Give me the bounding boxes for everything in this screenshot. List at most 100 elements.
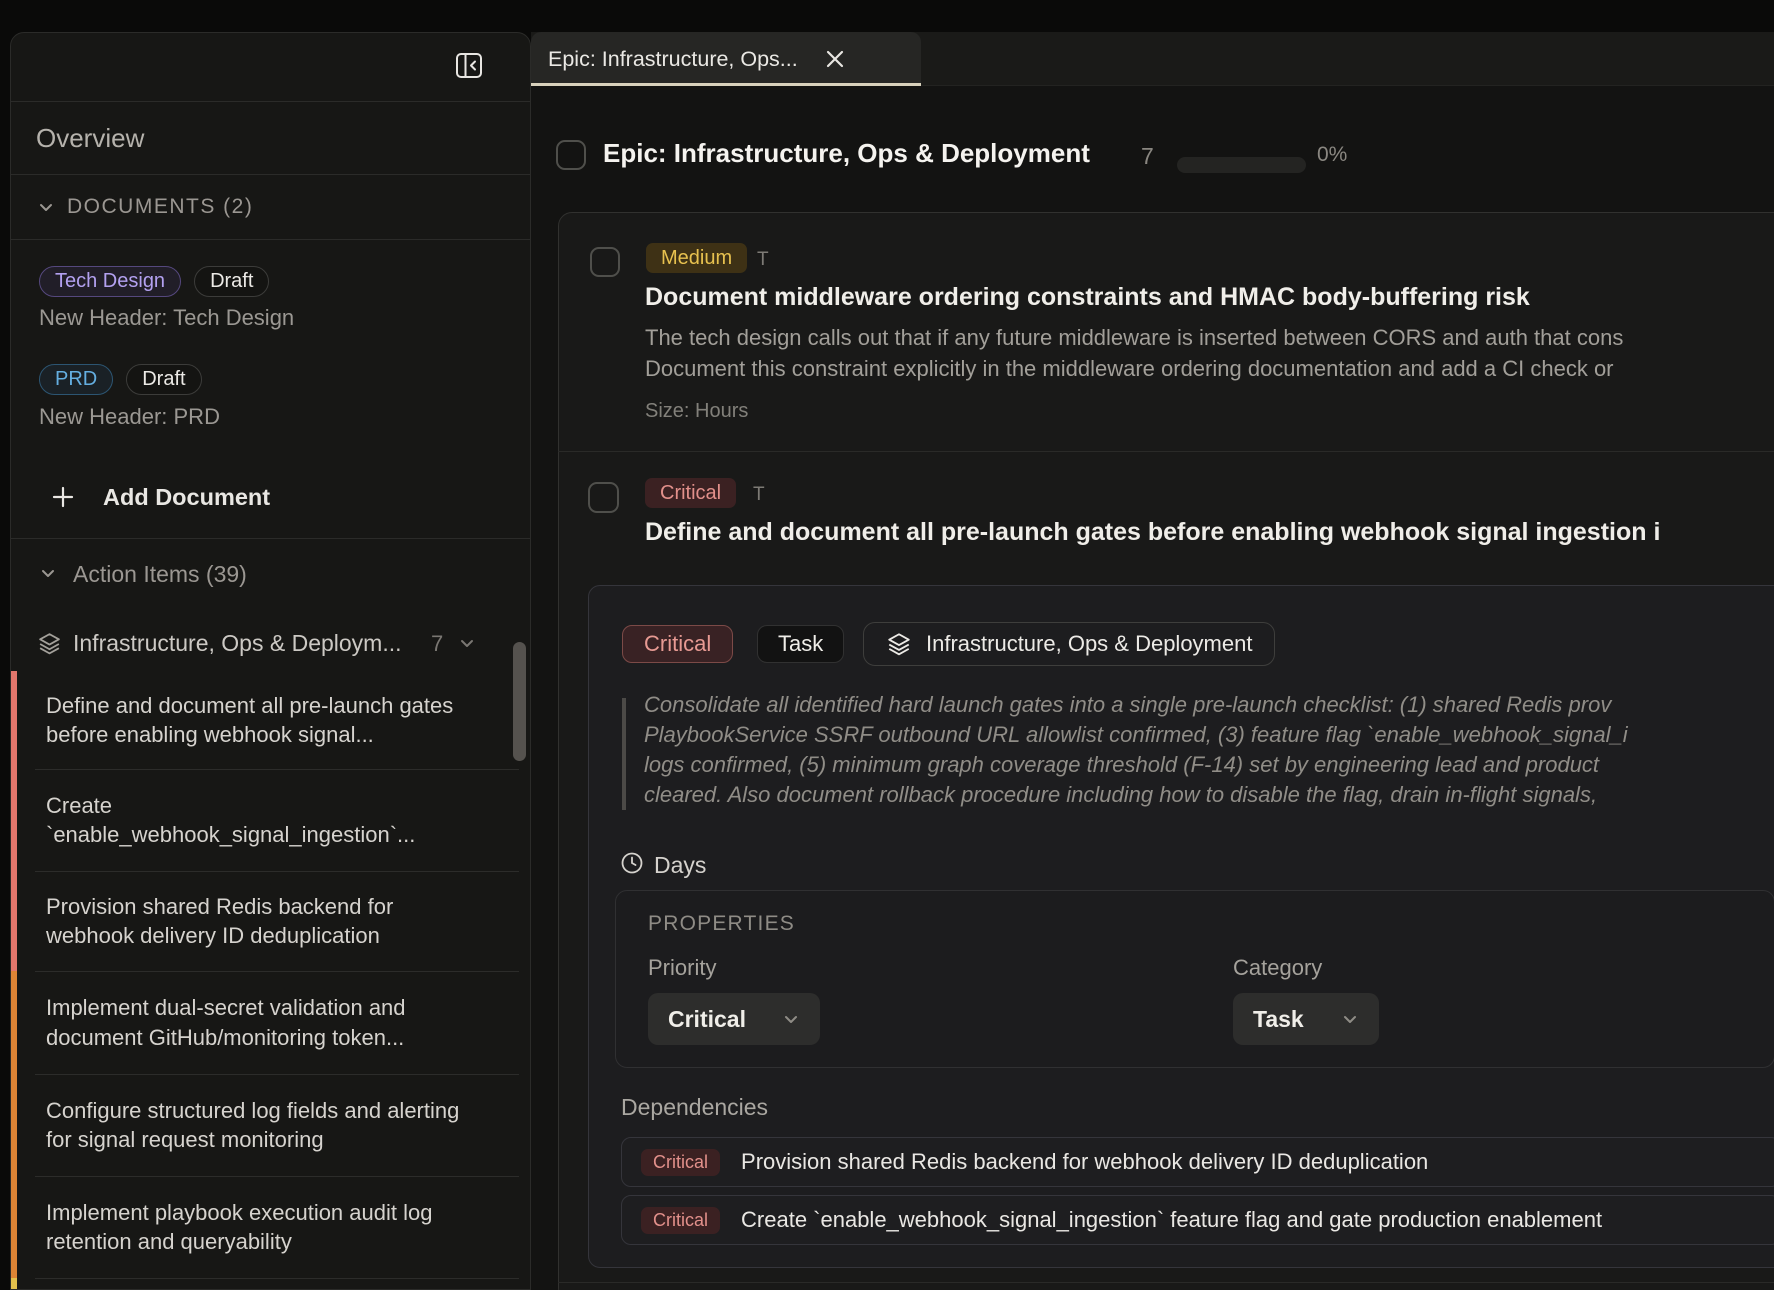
divider bbox=[11, 174, 531, 175]
task1-description-line1: The tech design calls out that if any fu… bbox=[645, 325, 1774, 351]
epic-task-count: 7 bbox=[1141, 143, 1154, 170]
divider bbox=[11, 101, 531, 102]
documents-section-header[interactable]: DOCUMENTS (2) bbox=[67, 195, 253, 219]
chevron-down-icon bbox=[1341, 1010, 1359, 1028]
properties-header: PROPERTIES bbox=[648, 912, 795, 936]
action-item-text: Create `enable_webhook_signal_ingestion`… bbox=[46, 791, 478, 850]
dependency-text: Create `enable_webhook_signal_ingestion`… bbox=[741, 1207, 1602, 1233]
close-icon bbox=[825, 49, 845, 69]
action-item-text: Configure structured log fields and aler… bbox=[46, 1096, 478, 1155]
chevron-down-icon bbox=[38, 201, 54, 213]
action-items-group-row[interactable]: Infrastructure, Ops & Deploym... 7 bbox=[11, 619, 531, 671]
tab-title: Epic: Infrastructure, Ops... bbox=[548, 47, 798, 72]
detail-epic-chip-label: Infrastructure, Ops & Deployment bbox=[926, 631, 1252, 657]
document-type-badge: Tech Design bbox=[39, 266, 181, 297]
action-item[interactable]: Create `enable_webhook_signal_ingestion`… bbox=[11, 769, 531, 871]
action-items-section-header[interactable]: Action Items (39) bbox=[73, 561, 247, 588]
quote-bar bbox=[622, 698, 626, 810]
action-item[interactable]: Implement playbook execution audit log r… bbox=[11, 1176, 531, 1278]
detail-quote-line1: Consolidate all identified hard launch g… bbox=[644, 692, 1774, 718]
priority-field-label: Priority bbox=[648, 955, 716, 981]
category-field-label: Category bbox=[1233, 955, 1322, 981]
task1-type-letter: T bbox=[757, 249, 769, 271]
detail-quote-line2: PlaybookService SSRF outbound URL allowl… bbox=[644, 722, 1774, 748]
sidebar-panel: Overview DOCUMENTS (2) Tech Design Draft… bbox=[10, 32, 531, 1290]
task2-type-letter: T bbox=[753, 484, 765, 506]
document-status-badge: Draft bbox=[126, 364, 201, 395]
divider bbox=[11, 239, 531, 240]
action-item-text: Provision shared Redis backend for webho… bbox=[46, 892, 478, 951]
priority-color-bar bbox=[11, 1176, 17, 1278]
add-document-label: Add Document bbox=[103, 484, 270, 511]
task2-title[interactable]: Define and document all pre-launch gates… bbox=[645, 518, 1774, 547]
priority-color-bar bbox=[11, 671, 17, 769]
epic-progress-bar bbox=[1177, 157, 1306, 173]
chevron-down-icon bbox=[40, 567, 56, 579]
epic-checkbox[interactable] bbox=[556, 140, 586, 170]
document-title[interactable]: New Header: Tech Design bbox=[39, 305, 294, 331]
layers-icon bbox=[37, 631, 62, 656]
detail-type-badge: Task bbox=[757, 625, 844, 663]
plus-icon bbox=[51, 485, 75, 509]
action-item[interactable]: Configure structured log fields and aler… bbox=[11, 1074, 531, 1176]
epic-title: Epic: Infrastructure, Ops & Deployment bbox=[603, 138, 1143, 169]
task2-checkbox[interactable] bbox=[588, 482, 619, 513]
document-item[interactable]: PRD Draft bbox=[39, 364, 202, 395]
dependency-text: Provision shared Redis backend for webho… bbox=[741, 1149, 1428, 1175]
dependency-priority-badge: Critical bbox=[641, 1207, 720, 1234]
action-item[interactable]: Implement dual-secret validation and doc… bbox=[11, 971, 531, 1074]
priority-color-bar bbox=[11, 1278, 17, 1290]
task2-priority-badge: Critical bbox=[645, 478, 736, 508]
tab-close-button[interactable] bbox=[822, 46, 848, 72]
action-item-text: Implement playbook execution audit log r… bbox=[46, 1198, 478, 1257]
dependency-row[interactable]: Critical Create `enable_webhook_signal_i… bbox=[621, 1195, 1774, 1245]
panel-collapse-icon bbox=[455, 52, 483, 79]
action-item[interactable] bbox=[11, 1278, 531, 1290]
category-dropdown-value: Task bbox=[1253, 1006, 1304, 1033]
row-divider bbox=[558, 451, 1774, 452]
collapse-sidebar-button[interactable] bbox=[455, 52, 483, 79]
task1-checkbox[interactable] bbox=[590, 247, 620, 277]
row-divider bbox=[558, 1282, 1774, 1283]
add-document-button[interactable]: Add Document bbox=[35, 473, 355, 521]
priority-color-bar bbox=[11, 769, 17, 871]
category-dropdown[interactable]: Task bbox=[1233, 993, 1379, 1045]
detail-quote-line3: logs confirmed, (5) minimum graph covera… bbox=[644, 752, 1774, 778]
detail-epic-chip[interactable]: Infrastructure, Ops & Deployment bbox=[863, 622, 1275, 666]
tab-epic[interactable]: Epic: Infrastructure, Ops... bbox=[531, 32, 921, 86]
dependency-row[interactable]: Critical Provision shared Redis backend … bbox=[621, 1137, 1774, 1187]
chevron-down-icon bbox=[782, 1010, 800, 1028]
effort-value: Days bbox=[654, 852, 706, 879]
priority-dropdown[interactable]: Critical bbox=[648, 993, 820, 1045]
priority-color-bar bbox=[11, 1074, 17, 1176]
task1-title[interactable]: Document middleware ordering constraints… bbox=[645, 283, 1774, 312]
task1-size: Size: Hours bbox=[645, 400, 748, 423]
priority-color-bar bbox=[11, 871, 17, 971]
group-count: 7 bbox=[431, 631, 443, 657]
action-item-text: Implement dual-secret validation and doc… bbox=[46, 993, 478, 1052]
detail-quote-line4: cleared. Also document rollback procedur… bbox=[644, 782, 1774, 808]
dependencies-header: Dependencies bbox=[621, 1094, 768, 1121]
document-type-badge: PRD bbox=[39, 364, 113, 395]
detail-priority-badge: Critical bbox=[622, 625, 733, 663]
document-status-badge: Draft bbox=[194, 266, 269, 297]
app-window: Epic: Infrastructure, Ops... Epic: Infra… bbox=[0, 0, 1774, 1290]
sidebar-scrollbar[interactable] bbox=[513, 642, 526, 761]
action-item[interactable]: Define and document all pre-launch gates… bbox=[11, 671, 531, 769]
sidebar-item-overview[interactable]: Overview bbox=[36, 123, 144, 154]
divider bbox=[11, 538, 531, 539]
document-title[interactable]: New Header: PRD bbox=[39, 404, 220, 430]
priority-dropdown-value: Critical bbox=[668, 1006, 746, 1033]
document-item[interactable]: Tech Design Draft bbox=[39, 266, 269, 297]
dependency-priority-badge: Critical bbox=[641, 1149, 720, 1176]
chevron-down-icon bbox=[459, 637, 475, 649]
action-item[interactable]: Provision shared Redis backend for webho… bbox=[11, 871, 531, 971]
clock-icon bbox=[620, 851, 644, 875]
priority-color-bar bbox=[11, 971, 17, 1074]
epic-progress-percent: 0% bbox=[1317, 143, 1347, 167]
layers-icon bbox=[886, 631, 912, 657]
task1-priority-badge: Medium bbox=[646, 243, 747, 273]
group-label: Infrastructure, Ops & Deploym... bbox=[73, 630, 419, 657]
task1-description-line2: Document this constraint explicitly in t… bbox=[645, 356, 1774, 382]
action-item-text: Define and document all pre-launch gates… bbox=[46, 691, 478, 750]
